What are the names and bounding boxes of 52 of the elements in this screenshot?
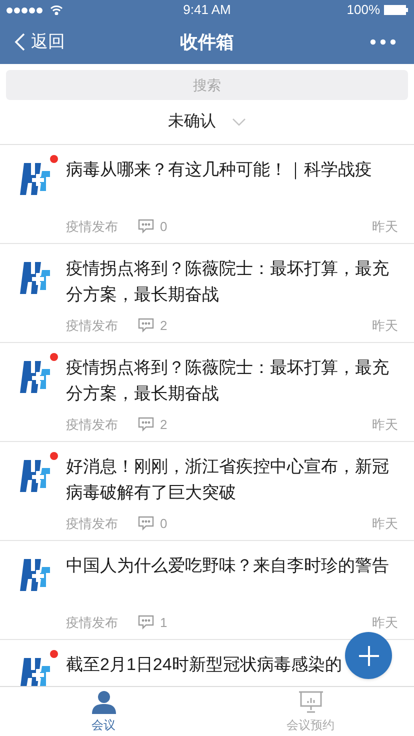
plus-icon [358, 646, 378, 666]
message-item[interactable]: 好消息！刚刚，浙江省疾控中心宣布，新冠病毒破解有了巨大突破 疫情发布 0 昨天 [0, 442, 414, 541]
message-item[interactable]: 疫情拐点将到？陈薇院士：最坏打算，最充分方案，最长期奋战 疫情发布 2 昨天 [0, 244, 414, 343]
message-time: 昨天 [372, 218, 398, 236]
message-source: 疫情发布 [66, 515, 118, 533]
message-source: 疫情发布 [66, 218, 118, 236]
logo-icon [18, 458, 52, 494]
comment-count: 2 [160, 416, 168, 434]
comment-icon [138, 219, 154, 234]
message-title: 疫情拐点将到？陈薇院士：最坏打算，最充分方案，最长期奋战 [66, 357, 390, 405]
comment-count: 0 [160, 218, 168, 236]
tab[interactable]: 会议 [0, 687, 207, 736]
presentation-board-icon [298, 690, 324, 714]
wifi-icon [50, 5, 63, 15]
comment-icon [138, 516, 154, 532]
message-title: 截至2月1日24时新型冠状病毒感染的 [66, 654, 342, 676]
message-time: 昨天 [372, 317, 398, 335]
chevron-down-icon [232, 118, 246, 126]
message-time: 昨天 [372, 515, 398, 533]
chevron-left-icon [14, 33, 25, 51]
message-title: 好消息！刚刚，浙江省疾控中心宣布，新冠病毒破解有了巨大突破 [66, 456, 390, 504]
page-title: 收件箱 [180, 30, 234, 54]
message-source: 疫情发布 [66, 416, 118, 434]
comment-count: 0 [160, 515, 168, 533]
message-title: 病毒从哪来？有这几种可能！｜科学战疫 [66, 159, 372, 182]
message-title: 疫情拐点将到？陈薇院士：最坏打算，最充分方案，最长期奋战 [66, 258, 390, 306]
filter-dropdown[interactable]: 未确认 [0, 100, 414, 145]
comment-count: 1 [160, 614, 168, 632]
search-field[interactable]: 搜索 [6, 70, 408, 100]
message-item[interactable]: 疫情拐点将到？陈薇院士：最坏打算，最充分方案，最长期奋战 疫情发布 2 昨天 [0, 343, 414, 442]
logo-icon [18, 161, 52, 197]
battery-icon [384, 5, 408, 15]
person-icon [90, 690, 116, 714]
message-time: 昨天 [372, 416, 398, 434]
comment-icon [138, 318, 154, 334]
message-title: 中国人为什么爱吃野味？来自李时珍的警告 [66, 555, 389, 577]
message-source: 疫情发布 [66, 317, 118, 335]
message-item[interactable]: 病毒从哪来？有这几种可能！｜科学战疫 疫情发布 0 昨天 [0, 145, 414, 244]
logo-icon [18, 260, 52, 296]
signal-icon [6, 6, 44, 14]
comment-icon [138, 417, 154, 432]
comment-icon [138, 615, 154, 630]
more-icon[interactable] [370, 39, 396, 45]
comment-count: 2 [160, 317, 168, 335]
battery-percent: 100% [346, 1, 380, 20]
message-time: 昨天 [372, 614, 398, 632]
logo-icon [18, 359, 52, 395]
add-button[interactable] [345, 632, 392, 679]
status-time: 9:41 AM [183, 1, 231, 20]
message-source: 疫情发布 [66, 614, 118, 632]
logo-icon [18, 557, 52, 593]
back-button[interactable]: 返回 [14, 29, 65, 55]
